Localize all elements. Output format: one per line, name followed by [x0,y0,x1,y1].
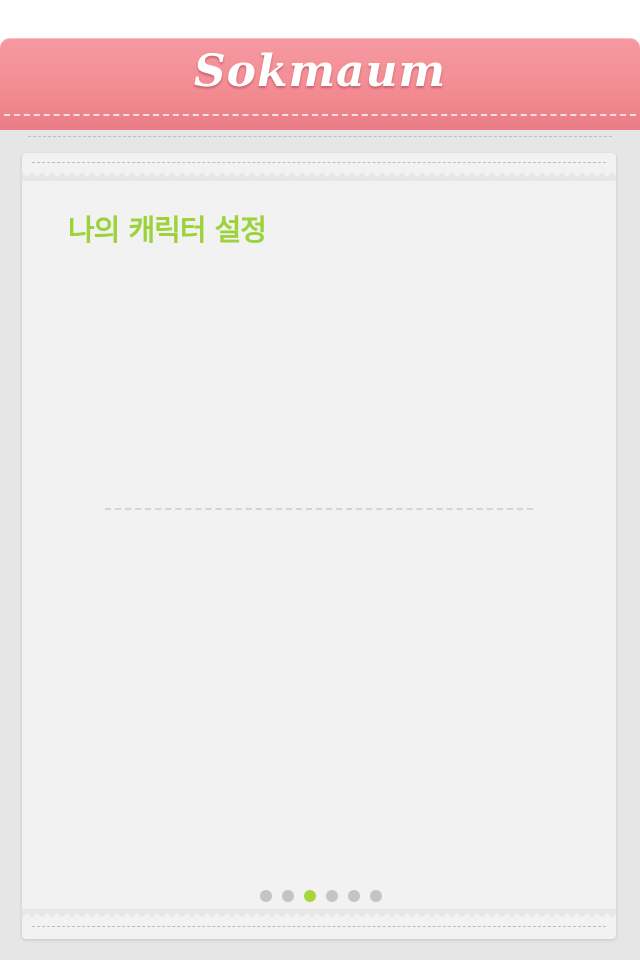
section-title: 나의 캐릭터 설정 [68,213,267,247]
card-bottom-zigzag [22,909,616,917]
page-dot-2[interactable] [282,890,294,902]
app-header: Sokmaum [0,38,640,130]
page-dot-4[interactable] [326,890,338,902]
character-settings-card: 나의 캐릭터 설정 [22,153,616,939]
page-dot-1[interactable] [260,890,272,902]
card-bottom-stitch [32,926,606,927]
card-top-zigzag [22,173,616,181]
card-top-stitch [32,162,606,163]
page-indicator[interactable] [22,890,616,902]
page-dot-6[interactable] [370,890,382,902]
app-logo-title: Sokmaum [193,46,447,97]
app-screen: Sokmaum 나의 캐릭터 설정 [0,0,640,960]
page-dot-3-active[interactable] [304,890,316,902]
content-divider [105,508,533,510]
page-dot-5[interactable] [348,890,360,902]
